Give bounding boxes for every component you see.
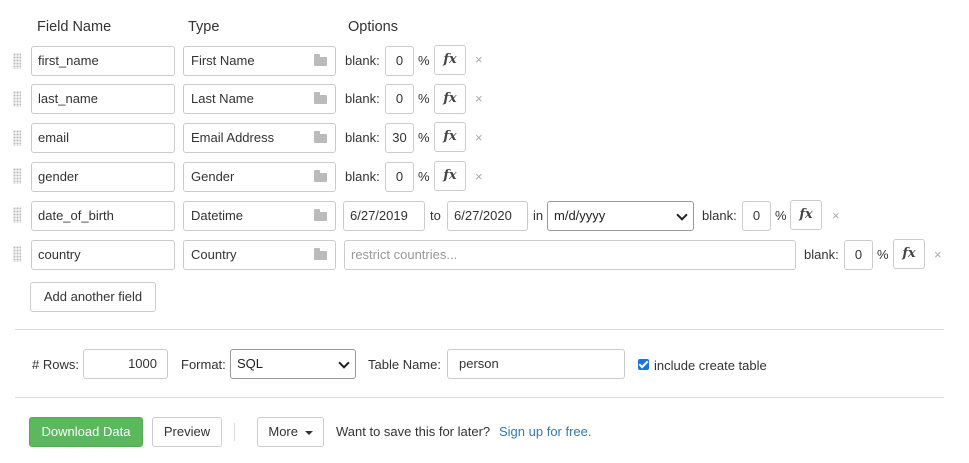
table-name-input[interactable]: person [447, 349, 625, 379]
table-name-label: Table Name: [368, 357, 441, 372]
rows-input[interactable]: 1000 [83, 349, 168, 379]
preview-button[interactable]: Preview [152, 417, 222, 447]
remove-field-icon[interactable]: × [832, 208, 840, 223]
restrict-countries-input[interactable]: restrict countries... [344, 240, 796, 270]
folder-icon [314, 131, 327, 143]
caret-down-icon [304, 430, 313, 435]
remove-field-icon[interactable]: × [475, 91, 483, 106]
blank-percent-input[interactable]: 0 [385, 46, 414, 76]
signup-link[interactable]: Sign up for free. [499, 424, 592, 439]
field-type-picker[interactable]: Gender [183, 162, 336, 192]
field-type-label: Email Address [191, 130, 275, 145]
blank-percent-input[interactable]: 30 [385, 123, 414, 153]
date-format-select[interactable]: m/d/yyyy [547, 201, 694, 231]
folder-icon [314, 248, 327, 260]
percent-sign: % [877, 247, 889, 262]
field-type-label: Country [191, 247, 237, 262]
formula-button[interactable]: fx [434, 161, 466, 191]
formula-button[interactable]: fx [434, 84, 466, 114]
field-type-label: Last Name [191, 91, 254, 106]
field-name-input[interactable]: date_of_birth [31, 201, 175, 231]
field-name-input[interactable]: email [31, 123, 175, 153]
drag-handle-icon[interactable] [13, 130, 21, 146]
create-table-checkbox[interactable] [638, 359, 649, 370]
field-name-input[interactable]: last_name [31, 84, 175, 114]
folder-icon [314, 170, 327, 182]
format-label: Format: [181, 357, 226, 372]
divider [15, 397, 944, 398]
field-type-picker[interactable]: Country [183, 240, 336, 270]
date-format-value: m/d/yyyy [554, 208, 606, 223]
folder-icon [314, 54, 327, 66]
remove-field-icon[interactable]: × [475, 52, 483, 67]
field-type-picker[interactable]: Datetime [183, 201, 336, 231]
divider [15, 329, 944, 330]
more-dropdown-button[interactable]: More [257, 417, 324, 447]
in-label: in [533, 208, 544, 223]
options-header: Options [348, 19, 398, 35]
drag-handle-icon[interactable] [13, 246, 21, 262]
field-name-header: Field Name [37, 19, 112, 35]
formula-button[interactable]: fx [434, 45, 466, 75]
drag-handle-icon[interactable] [13, 168, 21, 184]
field-name-input[interactable]: first_name [31, 46, 175, 76]
to-label: to [430, 208, 441, 223]
format-select[interactable]: SQL [230, 349, 356, 379]
field-type-picker[interactable]: Last Name [183, 84, 336, 114]
drag-handle-icon[interactable] [13, 53, 21, 69]
blank-label: blank: [702, 208, 737, 223]
field-name-input[interactable]: gender [31, 162, 175, 192]
blank-percent-input[interactable]: 0 [385, 84, 414, 114]
percent-sign: % [418, 169, 430, 184]
percent-sign: % [418, 53, 430, 68]
blank-percent-input[interactable]: 0 [742, 201, 771, 231]
date-to-input[interactable]: 6/27/2020 [447, 201, 528, 231]
remove-field-icon[interactable]: × [475, 169, 483, 184]
formula-button[interactable]: fx [434, 122, 466, 152]
percent-sign: % [775, 208, 787, 223]
formula-button[interactable]: fx [893, 239, 925, 269]
folder-icon [314, 209, 327, 221]
blank-label: blank: [345, 53, 380, 68]
percent-sign: % [418, 130, 430, 145]
date-from-input[interactable]: 6/27/2019 [343, 201, 425, 231]
save-prompt-text: Want to save this for later? [336, 424, 491, 439]
more-label: More [268, 424, 298, 439]
field-type-label: Gender [191, 169, 235, 184]
field-type-picker[interactable]: Email Address [183, 123, 336, 153]
blank-label: blank: [345, 91, 380, 106]
percent-sign: % [418, 91, 430, 106]
blank-label: blank: [345, 130, 380, 145]
blank-label: blank: [804, 247, 839, 262]
blank-percent-input[interactable]: 0 [844, 240, 873, 270]
format-value: SQL [237, 356, 264, 371]
type-header: Type [188, 19, 220, 35]
button-separator [234, 423, 235, 441]
chevron-down-icon [338, 357, 350, 369]
formula-button[interactable]: fx [790, 200, 822, 230]
blank-label: blank: [345, 169, 380, 184]
field-type-label: First Name [191, 53, 255, 68]
chevron-down-icon [676, 209, 688, 221]
create-table-label[interactable]: include create table [654, 358, 767, 373]
add-field-button[interactable]: Add another field [30, 282, 156, 312]
field-type-picker[interactable]: First Name [183, 46, 336, 76]
rows-label: # Rows: [32, 357, 79, 372]
drag-handle-icon[interactable] [13, 91, 21, 107]
remove-field-icon[interactable]: × [934, 247, 942, 262]
blank-percent-input[interactable]: 0 [385, 162, 414, 192]
drag-handle-icon[interactable] [13, 207, 21, 223]
folder-icon [314, 92, 327, 104]
download-data-button[interactable]: Download Data [29, 417, 143, 447]
remove-field-icon[interactable]: × [475, 130, 483, 145]
field-type-label: Datetime [191, 208, 244, 223]
field-name-input[interactable]: country [31, 240, 175, 270]
